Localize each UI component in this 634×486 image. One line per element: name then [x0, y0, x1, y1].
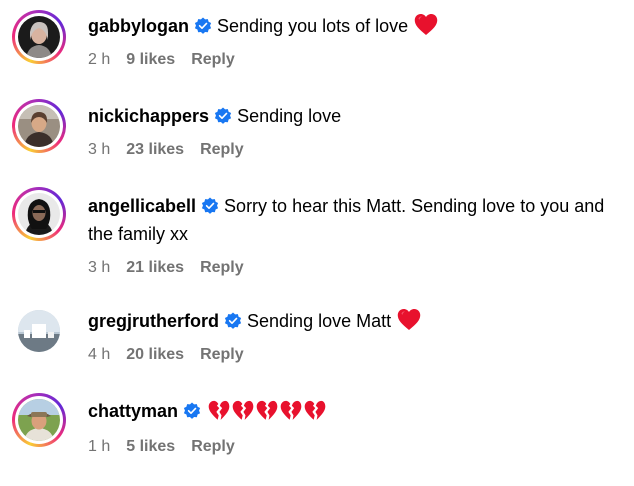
likes-count-button[interactable]: 5 likes: [126, 438, 175, 455]
avatar-story-ring[interactable]: [12, 187, 66, 241]
comment-timestamp: 4 h: [88, 346, 111, 363]
verified-badge-icon: [224, 312, 242, 330]
broken-heart-icon: [280, 400, 302, 421]
broken-heart-icon: [304, 400, 326, 421]
avatar[interactable]: [18, 310, 60, 352]
likes-count-button[interactable]: 21 likes: [126, 259, 184, 276]
reply-button[interactable]: Reply: [191, 51, 235, 68]
comment-text: Sending love: [237, 106, 342, 126]
verified-badge-icon: [183, 402, 201, 420]
broken-heart-icon: [232, 400, 254, 421]
reply-button[interactable]: Reply: [200, 346, 244, 363]
likes-count-button[interactable]: 20 likes: [126, 346, 184, 363]
username-link[interactable]: gabbylogan: [88, 16, 189, 36]
red-heart-icon: [414, 13, 438, 36]
username-link[interactable]: gregjrutherford: [88, 311, 219, 331]
avatar[interactable]: [18, 193, 60, 235]
broken-heart-icon: [208, 400, 230, 421]
username-link[interactable]: angellicabell: [88, 196, 196, 216]
red-heart-icon: [397, 308, 421, 331]
comment-timestamp: 3 h: [88, 141, 111, 158]
verified-badge-icon: [214, 107, 232, 125]
avatar-story-ring[interactable]: [12, 10, 66, 64]
comment-text: Sending you lots of love: [217, 16, 409, 36]
verified-badge-icon: [201, 197, 219, 215]
avatar[interactable]: [18, 105, 60, 147]
reply-button[interactable]: Reply: [191, 438, 235, 455]
broken-heart-icon: [256, 400, 278, 421]
verified-badge-icon: [194, 17, 212, 35]
comment-timestamp: 2 h: [88, 51, 111, 68]
comment-text: Sending love Matt: [247, 311, 392, 331]
comment-timestamp: 3 h: [88, 259, 111, 276]
broken-hearts-emoji-group: [208, 400, 326, 429]
username-link[interactable]: chattyman: [88, 401, 178, 421]
likes-count-button[interactable]: 9 likes: [126, 51, 175, 68]
username-link[interactable]: nickichappers: [88, 106, 209, 126]
comment-timestamp: 1 h: [88, 438, 111, 455]
reply-button[interactable]: Reply: [200, 141, 244, 158]
avatar[interactable]: [18, 399, 60, 441]
avatar-story-ring[interactable]: [12, 393, 66, 447]
reply-button[interactable]: Reply: [200, 259, 244, 276]
avatar[interactable]: [18, 16, 60, 58]
likes-count-button[interactable]: 23 likes: [126, 141, 184, 158]
avatar-ring[interactable]: [12, 304, 66, 358]
avatar-story-ring[interactable]: [12, 99, 66, 153]
